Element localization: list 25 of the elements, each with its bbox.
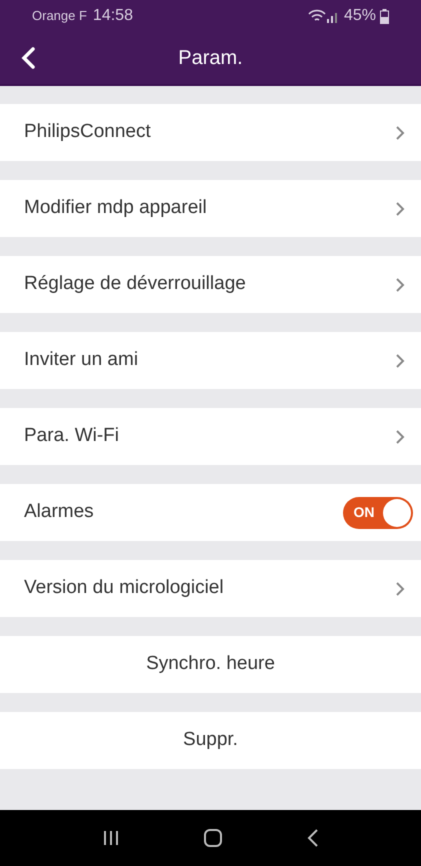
chevron-icon bbox=[395, 580, 405, 596]
action-button[interactable]: Synchro. heure bbox=[0, 636, 421, 693]
setting-label: Alarmes bbox=[24, 500, 95, 524]
carrier-name: Orange F bbox=[32, 7, 87, 26]
wifi-icon bbox=[308, 9, 326, 23]
settings-item[interactable]: Version du micrologiciel bbox=[0, 560, 421, 617]
settings-item[interactable]: Inviter un ami bbox=[0, 332, 421, 389]
chevron-icon bbox=[395, 200, 405, 216]
settings-item[interactable]: Para. Wi-Fi bbox=[0, 408, 421, 465]
settings-item[interactable]: Modifier mdp appareil bbox=[0, 180, 421, 237]
toggle-switch[interactable]: ON bbox=[343, 496, 413, 528]
battery-level: 45% bbox=[344, 6, 376, 26]
action-button[interactable]: Suppr. bbox=[0, 712, 421, 769]
back-icon[interactable] bbox=[306, 828, 320, 848]
home-icon[interactable] bbox=[202, 828, 222, 848]
screen-title: Param. bbox=[177, 46, 244, 71]
settings-item[interactable]: PhilipsConnect bbox=[0, 104, 421, 161]
recent-apps-icon[interactable] bbox=[102, 830, 120, 846]
chevron-icon bbox=[395, 352, 405, 368]
settings-item[interactable]: Réglage de déverrouillage bbox=[0, 256, 421, 313]
chevron-icon bbox=[395, 276, 405, 292]
status-time: 14:58 bbox=[92, 6, 133, 26]
chevron-icon bbox=[395, 124, 405, 140]
battery-icon bbox=[380, 8, 389, 24]
chevron-icon bbox=[395, 428, 405, 444]
